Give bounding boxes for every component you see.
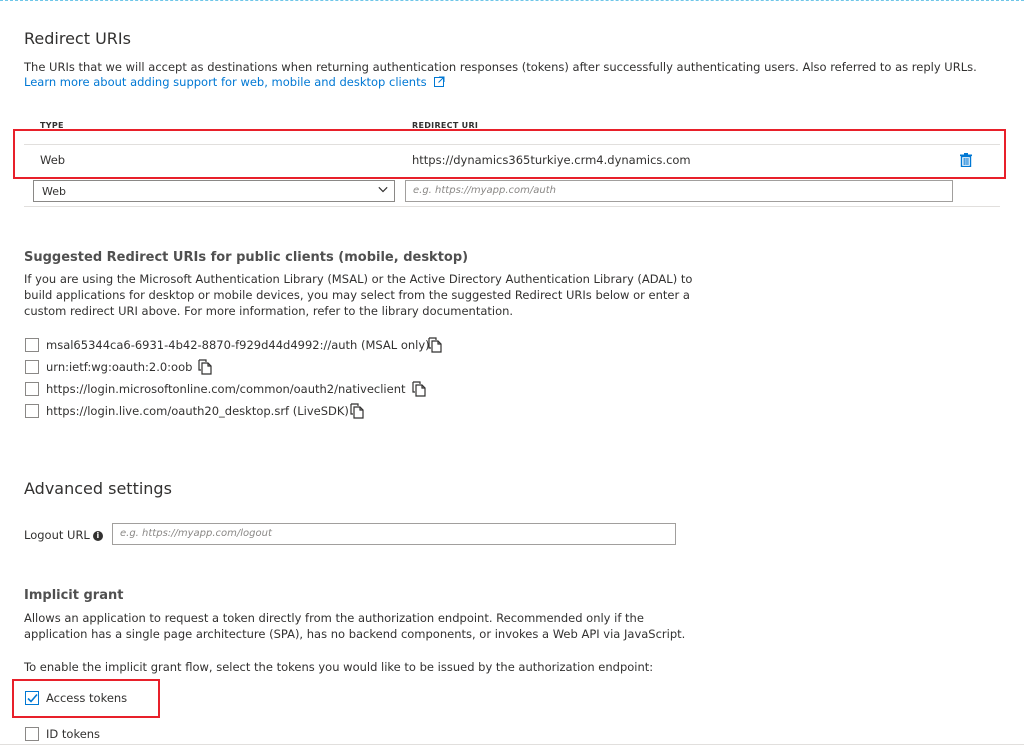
new-redirect-uri-input[interactable]: e.g. https://myapp.com/auth — [405, 180, 953, 202]
chevron-down-icon — [378, 186, 388, 193]
logout-url-label: Logout URL — [24, 528, 90, 542]
table-row: Web https://dynamics365turkiye.crm4.dyna… — [24, 145, 1000, 175]
redirect-uris-title: Redirect URIs — [24, 29, 131, 48]
id-tokens-label: ID tokens — [46, 727, 101, 741]
copy-icon[interactable] — [428, 337, 442, 353]
suggested-option-checkbox[interactable] — [25, 338, 39, 352]
suggested-option-checkbox[interactable] — [25, 360, 39, 374]
implicit-description-line-2: application has a single page architectu… — [24, 627, 686, 641]
new-redirect-uri-placeholder: e.g. https://myapp.com/auth — [413, 185, 556, 196]
info-icon[interactable]: i — [92, 530, 103, 541]
access-tokens-label: Access tokens — [46, 691, 128, 705]
suggested-option-label: https://login.microsoftonline.com/common… — [46, 382, 406, 396]
trash-icon[interactable] — [960, 153, 972, 167]
suggested-option-checkbox[interactable] — [25, 404, 39, 418]
row-type: Web — [40, 153, 66, 167]
external-link-icon — [434, 76, 445, 87]
checkmark-icon — [27, 693, 38, 703]
logout-url-label-wrap: Logout URL i — [24, 527, 103, 544]
table-bottom-divider — [24, 206, 1000, 207]
suggested-description-line-3: custom redirect URI above. For more info… — [24, 304, 514, 318]
implicit-instruction: To enable the implicit grant flow, selec… — [24, 660, 654, 674]
learn-more-link-wrap[interactable]: Learn more about adding support for web,… — [24, 75, 445, 89]
suggested-option-checkbox[interactable] — [25, 382, 39, 396]
row-redirect-uri: https://dynamics365turkiye.crm4.dynamics… — [412, 153, 691, 167]
logout-url-placeholder: e.g. https://myapp.com/logout — [120, 528, 272, 539]
top-divider — [0, 0, 1024, 1]
id-tokens-checkbox[interactable] — [25, 727, 39, 741]
suggested-option-label: https://login.live.com/oauth20_desktop.s… — [46, 404, 349, 418]
logout-url-input[interactable]: e.g. https://myapp.com/logout — [112, 523, 676, 545]
suggested-description-line-2: build applications for desktop or mobile… — [24, 288, 690, 302]
suggested-description-line-1: If you are using the Microsoft Authentic… — [24, 272, 693, 286]
implicit-grant-title: Implicit grant — [24, 588, 124, 603]
new-redirect-type-select[interactable]: Web — [33, 180, 395, 202]
suggested-redirect-uris-title: Suggested Redirect URIs for public clien… — [24, 250, 469, 265]
access-tokens-checkbox[interactable] — [25, 691, 39, 705]
implicit-description-line-1: Allows an application to request a token… — [24, 611, 644, 625]
learn-more-link[interactable]: Learn more about adding support for web,… — [24, 75, 427, 89]
copy-icon[interactable] — [198, 359, 212, 375]
copy-icon[interactable] — [412, 381, 426, 397]
new-redirect-type-value: Web — [42, 185, 66, 198]
suggested-option-label: msal65344ca6-6931-4b42-8870-f929d44d4992… — [46, 338, 430, 352]
redirect-uris-description: The URIs that we will accept as destinat… — [24, 60, 977, 74]
bottom-divider — [0, 744, 1024, 745]
suggested-option-label: urn:ietf:wg:oauth:2.0:oob — [46, 360, 193, 374]
advanced-settings-title: Advanced settings — [24, 479, 172, 498]
copy-icon[interactable] — [350, 403, 364, 419]
